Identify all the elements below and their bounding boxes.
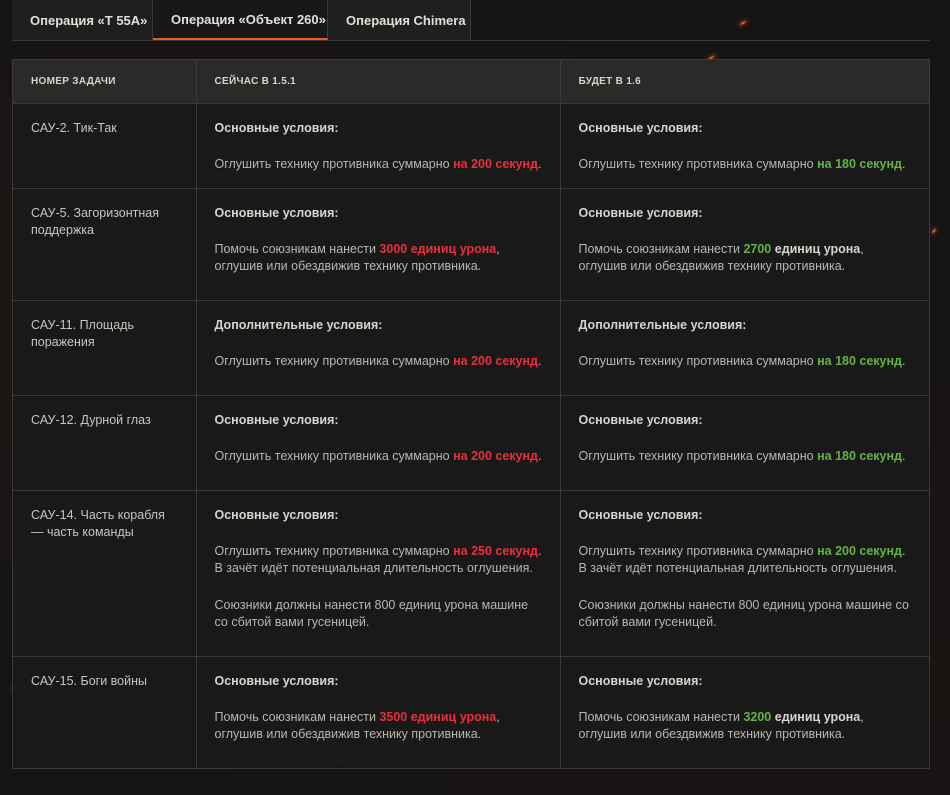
new-value: на 180 секунд: [817, 354, 902, 368]
new-value: на 180 секунд: [817, 449, 902, 463]
condition-text: Оглушить технику противника суммарно на …: [578, 449, 906, 463]
old-value: 3500 единиц урона: [379, 710, 497, 724]
conditions-title: Дополнительные условия:: [214, 318, 383, 332]
conditions-title: Основные условия:: [578, 121, 703, 135]
conditions-title: Основные условия:: [214, 413, 339, 427]
conditions-title: Основные условия:: [578, 413, 703, 427]
current-conditions: Основные условия: Помочь союзникам нанес…: [196, 656, 561, 768]
next-conditions: Дополнительные условия: Оглушить технику…: [560, 300, 929, 396]
changes-table: НОМЕР ЗАДАЧИ СЕЙЧАС В 1.5.1 БУДЕТ В 1.6 …: [12, 59, 930, 769]
table-row: САУ-11. Площадь поражения Дополнительные…: [13, 300, 929, 396]
old-value: на 250 секунд: [453, 544, 538, 558]
task-name: САУ-5. Загоризонтная поддержка: [13, 188, 197, 301]
condition-text: Оглушить технику противника суммарно на …: [578, 354, 906, 368]
header-task-number: НОМЕР ЗАДАЧИ: [13, 60, 197, 104]
task-name: САУ-2. Тик-Так: [13, 103, 197, 189]
current-conditions: Основные условия: Оглушить технику проти…: [196, 395, 561, 491]
conditions-title: Дополнительные условия:: [578, 318, 747, 332]
conditions-title: Основные условия:: [214, 206, 339, 220]
header-current-version: СЕЙЧАС В 1.5.1: [196, 60, 561, 104]
new-value: 3200: [743, 710, 772, 724]
table-row: САУ-15. Боги войны Основные условия: Пом…: [13, 656, 929, 769]
condition-text: Помочь союзникам нанести 3500 единиц уро…: [214, 710, 500, 741]
tab-operation-chimera[interactable]: Операция Chimera: [328, 0, 471, 40]
condition-text: Союзники должны нанести 800 единиц урона…: [578, 598, 909, 629]
condition-text: Оглушить технику противника суммарно на …: [214, 354, 542, 368]
new-value: на 200 секунд: [817, 544, 902, 558]
next-conditions: Основные условия: Оглушить технику проти…: [560, 490, 929, 657]
current-conditions: Основные условия: Оглушить технику проти…: [196, 490, 561, 657]
task-name: САУ-12. Дурной глаз: [13, 395, 197, 491]
condition-text: Союзники должны нанести 800 единиц урона…: [214, 598, 529, 629]
conditions-title: Основные условия:: [214, 508, 339, 522]
task-name: САУ-15. Боги войны: [13, 656, 197, 768]
old-value: 3000 единиц урона: [379, 242, 497, 256]
old-value: на 200 секунд: [453, 449, 538, 463]
condition-text: Помочь союзникам нанести 2700 единиц уро…: [578, 242, 864, 273]
conditions-title: Основные условия:: [578, 206, 703, 220]
header-next-version: БУДЕТ В 1.6: [560, 60, 929, 104]
next-conditions: Основные условия: Оглушить технику проти…: [560, 103, 929, 189]
new-value: на 180 секунд: [817, 157, 902, 171]
new-value: 2700: [743, 242, 772, 256]
condition-text: Оглушить технику противника суммарно на …: [214, 449, 542, 463]
condition-text: Помочь союзникам нанести 3200 единиц уро…: [578, 710, 864, 741]
current-conditions: Основные условия: Оглушить технику проти…: [196, 103, 561, 189]
next-conditions: Основные условия: Оглушить технику проти…: [560, 395, 929, 491]
tab-operation-t55a[interactable]: Операция «Т 55А»: [12, 0, 153, 40]
table-header-row: НОМЕР ЗАДАЧИ СЕЙЧАС В 1.5.1 БУДЕТ В 1.6: [13, 60, 929, 104]
old-value: на 200 секунд: [453, 157, 538, 171]
condition-text: Помочь союзникам нанести 3000 единиц уро…: [214, 242, 500, 273]
table-row: САУ-14. Часть корабля — часть команды Ос…: [13, 490, 929, 657]
conditions-title: Основные условия:: [578, 508, 703, 522]
next-conditions: Основные условия: Помочь союзникам нанес…: [560, 657, 929, 769]
old-value: на 200 секунд: [453, 354, 538, 368]
condition-text: Оглушить технику противника суммарно на …: [578, 157, 906, 171]
operation-tabs: Операция «Т 55А» Операция «Объект 260» О…: [12, 0, 930, 41]
condition-text: Оглушить технику противника суммарно на …: [214, 157, 542, 171]
next-conditions: Основные условия: Помочь союзникам нанес…: [560, 188, 929, 301]
current-conditions: Дополнительные условия: Оглушить технику…: [196, 300, 561, 396]
conditions-title: Основные условия:: [214, 121, 339, 135]
table-row: САУ-12. Дурной глаз Основные условия: Ог…: [13, 395, 929, 491]
condition-text: Оглушить технику противника суммарно на …: [214, 544, 542, 575]
task-name: САУ-11. Площадь поражения: [13, 300, 197, 396]
table-row: САУ-2. Тик-Так Основные условия: Оглушит…: [13, 103, 929, 189]
task-name: САУ-14. Часть корабля — часть команды: [13, 490, 197, 657]
tab-operation-object-260[interactable]: Операция «Объект 260»: [153, 0, 328, 40]
conditions-title: Основные условия:: [214, 674, 339, 688]
current-conditions: Основные условия: Помочь союзникам нанес…: [196, 188, 561, 301]
table-row: САУ-5. Загоризонтная поддержка Основные …: [13, 188, 929, 301]
conditions-title: Основные условия:: [578, 674, 703, 688]
condition-text: Оглушить технику противника суммарно на …: [578, 544, 906, 575]
